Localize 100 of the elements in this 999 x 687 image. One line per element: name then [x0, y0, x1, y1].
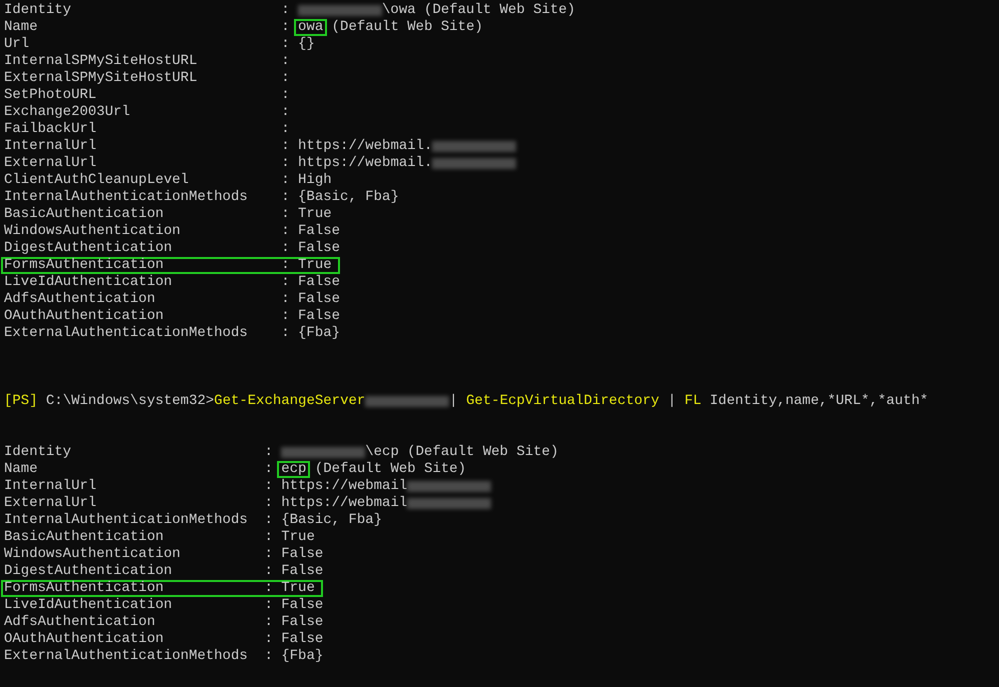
property-name: FailbackUrl [4, 121, 98, 138]
property-name: InternalUrl [4, 138, 98, 155]
value-text: {Fba} [298, 325, 340, 342]
value-text: False [281, 597, 324, 614]
colon-separator: : [281, 223, 290, 240]
property-name: ExternalUrl [4, 155, 98, 172]
command-text: Get-EcpVirtualDirectory [465, 393, 660, 410]
colon-separator: : [281, 155, 290, 172]
colon-separator: : [281, 325, 290, 342]
value-text: \owa (Default Web Site) [382, 2, 576, 19]
value-text: False [298, 223, 340, 240]
value-text: True [298, 257, 332, 274]
colon-separator: : [264, 580, 273, 597]
property-name: Identity [4, 444, 72, 461]
colon-separator: : [281, 87, 290, 104]
property-name: ClientAuthCleanupLevel [4, 172, 190, 189]
value-text: False [281, 546, 324, 563]
value-text: https://webmail [281, 495, 408, 512]
value-text: False [298, 291, 340, 308]
colon-separator: : [281, 19, 290, 36]
value-text: False [298, 274, 340, 291]
value-text: True [281, 529, 315, 546]
value-text: {Basic, Fba} [298, 189, 399, 206]
colon-separator: : [281, 2, 290, 19]
colon-separator: : [264, 546, 273, 563]
colon-separator: : [281, 206, 290, 223]
value-text: False [298, 240, 340, 257]
property-name: InternalUrl [4, 478, 98, 495]
value-text: \ecp (Default Web Site) [365, 444, 558, 461]
command-text: | [668, 393, 678, 410]
property-name: FormsAuthentication [4, 257, 165, 274]
colon-separator: : [281, 274, 290, 291]
property-name: DigestAuthentication [4, 563, 174, 580]
value-text: True [281, 580, 315, 597]
colon-separator: : [264, 648, 273, 665]
value-text: owa [294, 19, 328, 36]
property-name: ExternalSPMySiteHostURL [4, 70, 198, 87]
property-name: ExternalAuthenticationMethods [4, 325, 249, 342]
colon-separator: : [281, 138, 290, 155]
colon-separator: : [281, 36, 290, 53]
value-text: (Default Web Site) [330, 19, 483, 36]
value-text: ecp [277, 461, 310, 478]
property-name: AdfsAuthentication [4, 614, 156, 631]
value-text: {Fba} [281, 648, 324, 665]
value-text: https://webmail. [298, 138, 432, 155]
command-text: Identity,name,*URL*,*auth* [708, 393, 928, 410]
value-text: {Basic, Fba} [281, 512, 382, 529]
colon-separator: : [264, 495, 273, 512]
colon-separator: : [264, 478, 273, 495]
property-name: Identity [4, 2, 72, 19]
value-text: https://webmail. [298, 155, 432, 172]
value-text: {} [298, 36, 315, 53]
value-text: True [298, 206, 332, 223]
property-name: Name [4, 19, 39, 36]
property-name: Name [4, 461, 39, 478]
value-text: False [281, 563, 324, 580]
colon-separator: : [281, 172, 290, 189]
colon-separator: : [281, 240, 290, 257]
property-name: SetPhotoURL [4, 87, 98, 104]
colon-separator: : [264, 529, 273, 546]
property-name: WindowsAuthentication [4, 546, 182, 563]
property-name: OAuthAuthentication [4, 631, 165, 648]
command-text: Get-ExchangeServer [214, 393, 366, 410]
colon-separator: : [281, 291, 290, 308]
property-name: OAuthAuthentication [4, 308, 165, 325]
property-name: LiveIdAuthentication [4, 274, 174, 291]
property-name: InternalAuthenticationMethods [4, 189, 249, 206]
colon-separator: : [264, 614, 273, 631]
value-text: https://webmail [281, 478, 408, 495]
property-name: InternalSPMySiteHostURL [4, 53, 198, 70]
property-name: InternalAuthenticationMethods [4, 512, 249, 529]
colon-separator: : [264, 444, 273, 461]
property-name: Url [4, 36, 30, 53]
property-name: ExternalAuthenticationMethods [4, 648, 249, 665]
colon-separator: : [281, 257, 290, 274]
colon-separator: : [264, 563, 273, 580]
colon-separator: : [281, 53, 290, 70]
colon-separator: : [281, 308, 290, 325]
colon-separator: : [281, 121, 290, 138]
colon-separator: : [281, 70, 290, 87]
property-name: WindowsAuthentication [4, 223, 182, 240]
colon-separator: : [281, 189, 290, 206]
command-text: C:\Windows\system32> [45, 393, 214, 410]
colon-separator: : [264, 461, 273, 478]
command-text: [PS] [4, 393, 38, 410]
property-name: ExternalUrl [4, 495, 98, 512]
property-name: BasicAuthentication [4, 529, 165, 546]
command-text: FL [684, 393, 702, 410]
property-name: LiveIdAuthentication [4, 597, 174, 614]
value-text: (Default Web Site) [314, 461, 466, 478]
value-text: False [281, 614, 324, 631]
colon-separator: : [281, 104, 290, 121]
value-text: False [298, 308, 340, 325]
colon-separator: : [264, 512, 273, 529]
property-name: Exchange2003Url [4, 104, 132, 121]
colon-separator: : [264, 597, 273, 614]
property-name: AdfsAuthentication [4, 291, 156, 308]
value-text: False [281, 631, 324, 648]
property-name: DigestAuthentication [4, 240, 174, 257]
command-text: | [449, 393, 458, 410]
